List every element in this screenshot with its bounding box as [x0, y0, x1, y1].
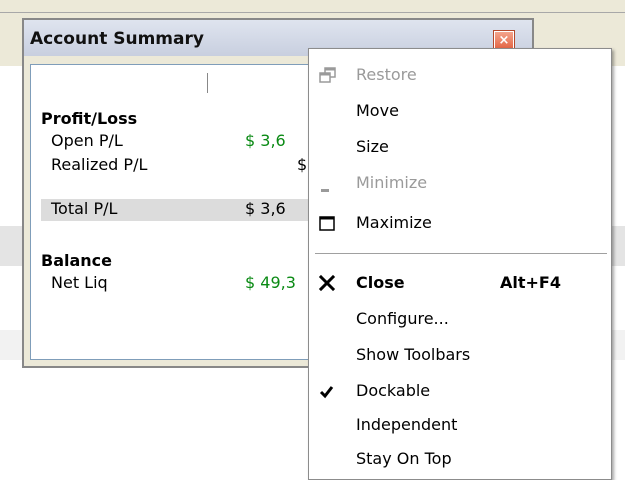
close-icon: [317, 273, 339, 295]
total-pl-value: $ 3,6: [245, 199, 286, 218]
menu-item-size[interactable]: Size: [309, 131, 611, 165]
total-pl-label: Total P/L: [51, 199, 118, 218]
menu-item-label: Independent: [356, 415, 458, 434]
menu-item-minimize[interactable]: Minimize: [309, 167, 611, 201]
menu-item-independent[interactable]: Independent: [309, 409, 611, 443]
net-liq-label: Net Liq: [51, 273, 108, 292]
window-title: Account Summary: [30, 29, 204, 49]
menu-item-label: Show Toolbars: [356, 345, 471, 364]
menu-item-label: Restore: [356, 65, 417, 84]
menu-item-label: Close: [356, 273, 405, 292]
menu-item-label: Minimize: [356, 173, 428, 192]
menu-item-label: Maximize: [356, 213, 432, 232]
menu-item-close[interactable]: Close Alt+F4: [309, 267, 611, 301]
minimize-icon: [317, 173, 339, 195]
profit-loss-heading: Profit/Loss: [41, 109, 138, 128]
menu-item-restore[interactable]: Restore: [309, 59, 611, 93]
menu-item-label: Configure...: [356, 309, 449, 328]
realized-pl-value: $: [297, 155, 308, 174]
window-context-menu: Restore Move Size Minimize Maximize Clos…: [308, 48, 612, 480]
menu-item-label: Dockable: [356, 381, 431, 400]
restore-icon: [317, 65, 339, 87]
net-liq-value: $ 49,3: [245, 273, 296, 292]
open-pl-label: Open P/L: [51, 131, 123, 150]
menu-separator: [315, 253, 607, 254]
balance-heading: Balance: [41, 251, 112, 270]
background-divider: [0, 12, 625, 13]
menu-item-configure[interactable]: Configure...: [309, 303, 611, 337]
menu-item-show-toolbars[interactable]: Show Toolbars: [309, 339, 611, 373]
checkmark-icon: [317, 381, 339, 403]
menu-item-label: Size: [356, 137, 389, 156]
open-pl-value: $ 3,6: [245, 131, 286, 150]
menu-item-label: Move: [356, 101, 399, 120]
menu-item-shortcut: Alt+F4: [500, 273, 561, 292]
maximize-icon: [317, 213, 339, 235]
realized-pl-label: Realized P/L: [51, 155, 148, 174]
menu-item-dockable[interactable]: Dockable: [309, 375, 611, 409]
column-header-divider[interactable]: [207, 73, 208, 93]
menu-item-move[interactable]: Move: [309, 95, 611, 129]
menu-item-maximize[interactable]: Maximize: [309, 207, 611, 241]
menu-item-label: Stay On Top: [356, 449, 452, 468]
menu-item-stay-on-top[interactable]: Stay On Top: [309, 443, 611, 477]
